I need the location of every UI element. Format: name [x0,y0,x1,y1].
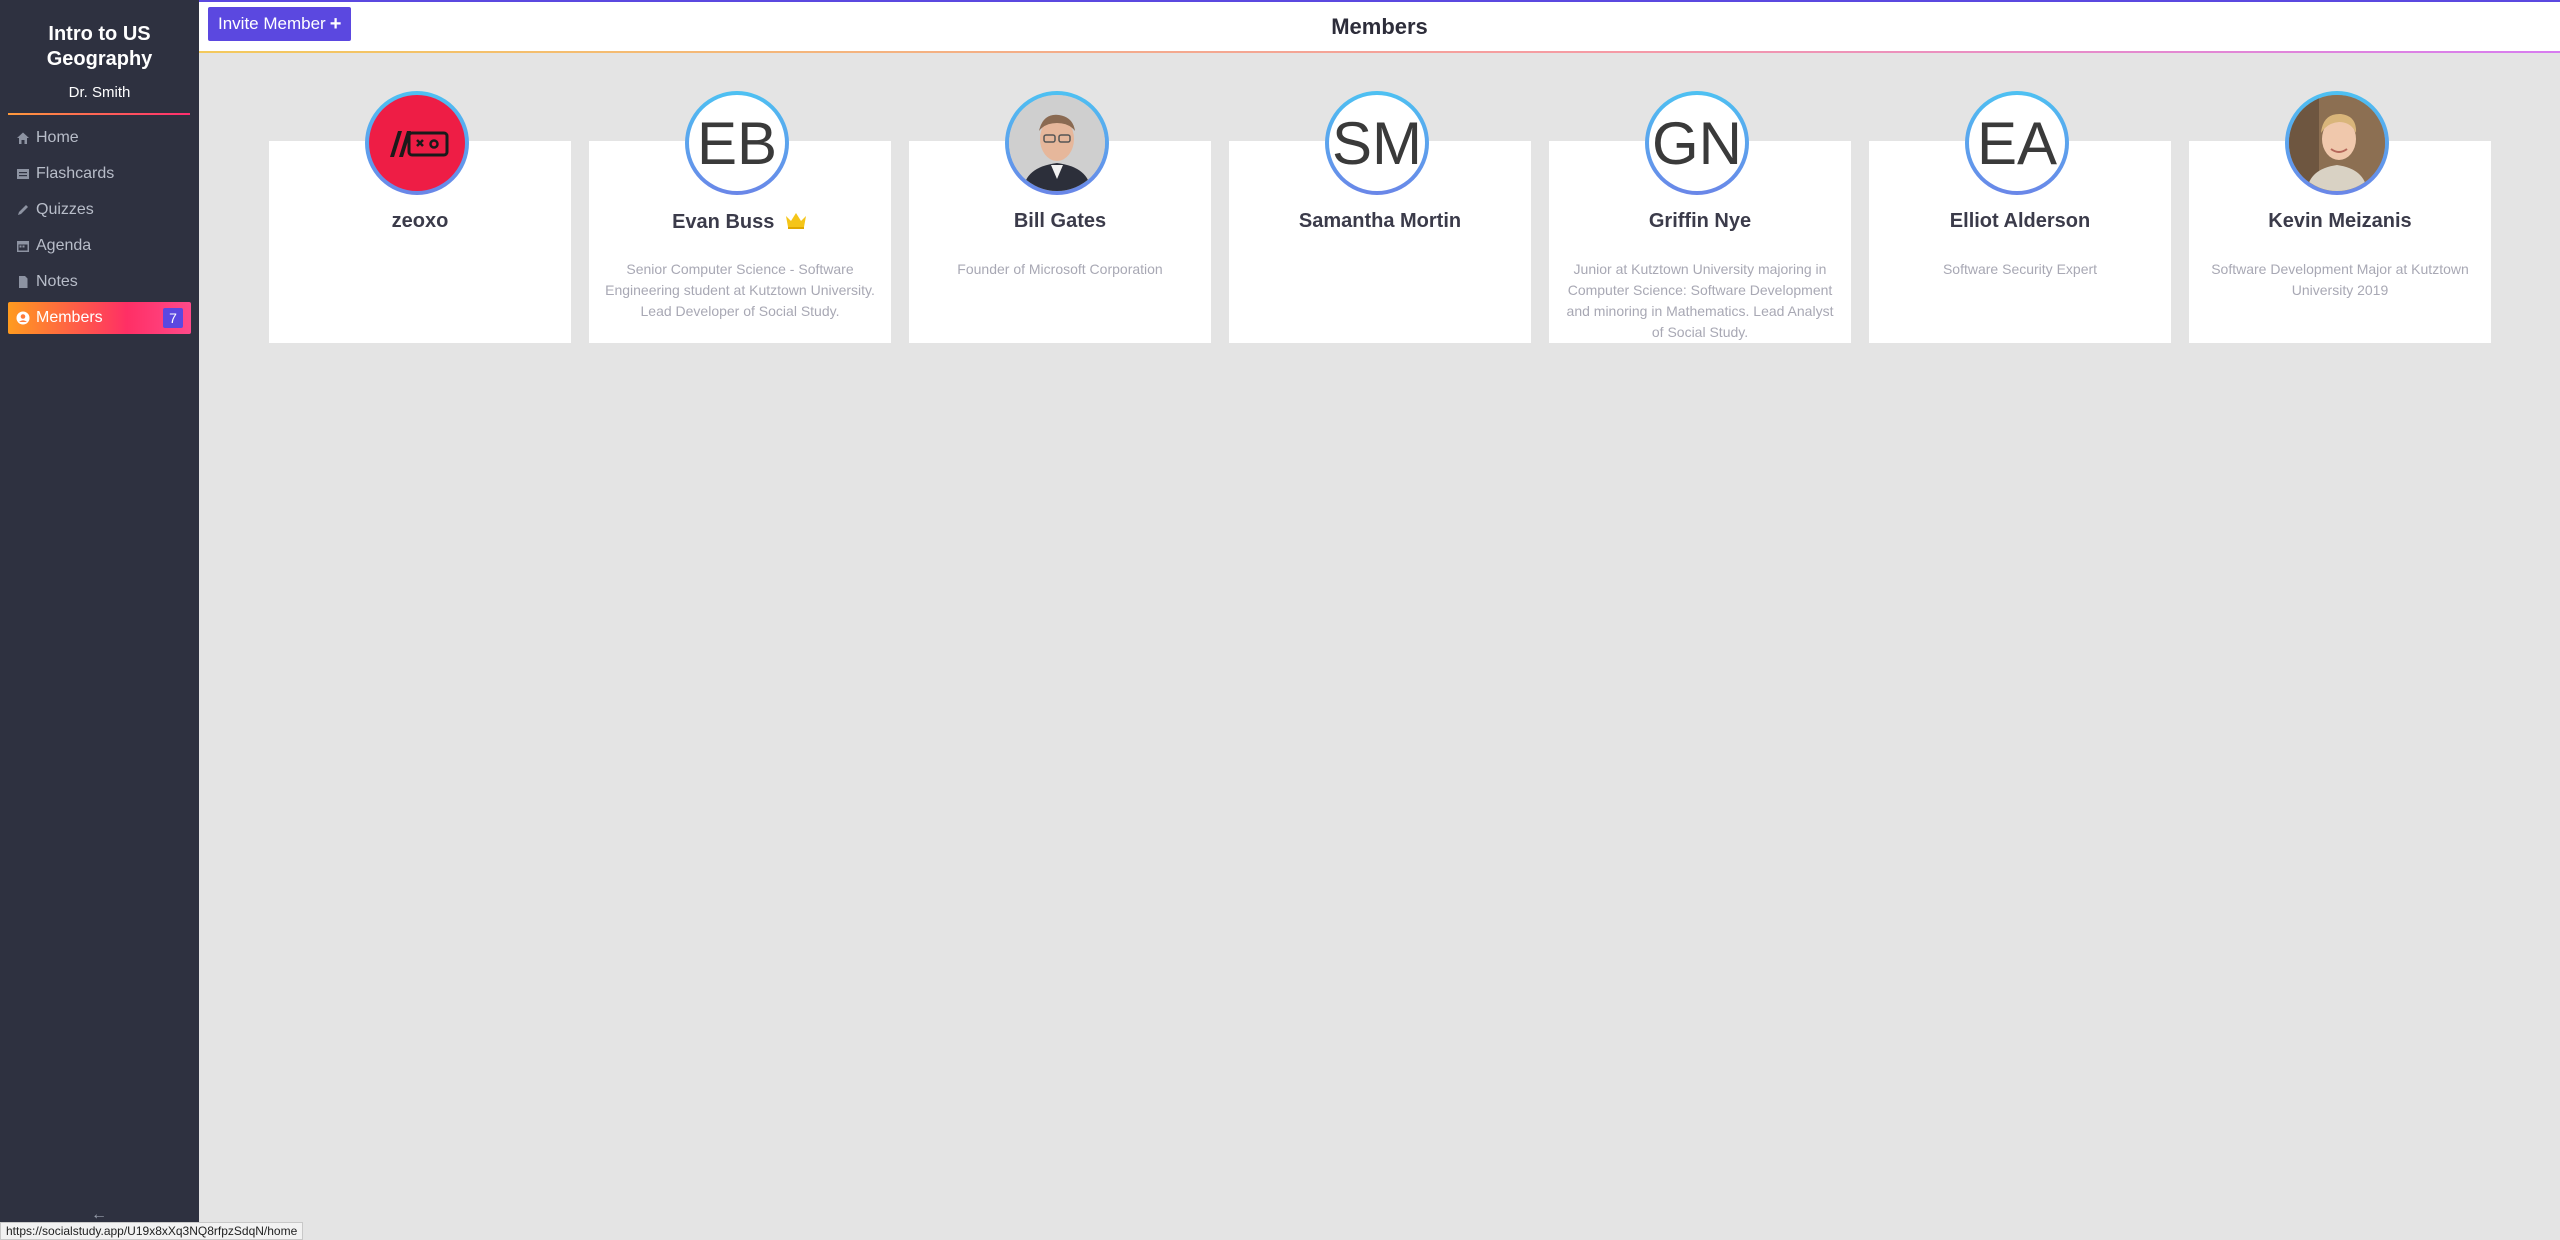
page-title: Members [1331,14,1428,39]
avatar-initials: GN [1649,95,1745,191]
sidebar: Intro to US Geography Dr. Smith Home Fla… [0,0,199,1240]
pencil-icon [18,205,28,215]
home-icon [17,132,29,144]
member-card[interactable]: zeoxo [269,91,571,343]
avatar-initials: EA [1969,95,2065,191]
sidebar-item-quizzes[interactable]: Quizzes [8,194,191,226]
sidebar-item-label: Members [36,309,103,326]
member-name: Kevin Meizanis [2268,210,2412,232]
sidebar-item-home[interactable]: Home [8,122,191,154]
header-divider [199,51,2560,53]
status-url: https://socialstudy.app/U19x8xXq3NQ8rfpz… [0,1222,304,1240]
member-name: Samantha Mortin [1298,210,1462,232]
sidebar-item-flashcards[interactable]: Flashcards [8,158,191,190]
member-bio: Junior at Kutztown University majoring i… [1566,261,1834,340]
member-name: Evan Buss [589,210,891,234]
sidebar-item-label: Home [36,129,79,146]
members-count-badge: 7 [163,308,183,328]
member-name: Griffin Nye [1648,210,1752,232]
member-card[interactable]: GN Griffin Nye Junior at Kutztown Univer… [1549,91,1851,343]
sidebar-item-notes[interactable]: Notes [8,266,191,298]
member-bio: Founder of Microsoft Corporation [957,261,1163,277]
member-card[interactable]: Kevin Meizanis Software Development Majo… [2189,91,2491,343]
member-name: zeoxo [391,210,449,232]
header: Invite Member + Members [199,0,2560,52]
member-bio: Software Security Expert [1942,261,2098,277]
gamepad-logo-icon [369,95,465,191]
member-name-text: Evan Buss [672,211,775,233]
user-circle-icon [16,311,30,325]
crown-icon [785,213,806,229]
member-name: Elliot Alderson [1949,210,2091,232]
avatar: EA [1965,91,2069,195]
member-bio: Senior Computer Science - Software Engin… [605,261,875,319]
course-title: Intro to US Geography [46,23,153,70]
avatar: EB [685,91,789,195]
sidebar-item-agenda[interactable]: Agenda [8,230,191,262]
calendar-icon [17,241,29,252]
avatar [1005,91,1109,195]
sidebar-item-members[interactable]: Members 7 [8,302,191,334]
member-card[interactable]: Bill Gates Founder of Microsoft Corporat… [909,91,1211,343]
avatar [2285,91,2389,195]
sidebar-divider [8,113,190,115]
flashcards-icon [17,169,29,179]
avatar: GN [1645,91,1749,195]
member-photo [2289,95,2385,191]
avatar-initials: EB [689,95,785,191]
avatar-initials: SM [1329,95,1425,191]
avatar [365,91,469,195]
member-photo [1009,95,1105,191]
member-bio: Software Development Major at Kutztown U… [2211,261,2469,298]
member-card[interactable]: SM Samantha Mortin [1229,91,1531,343]
avatar: SM [1325,91,1429,195]
teacher-name: Dr. Smith [68,84,131,101]
sidebar-item-label: Flashcards [36,165,115,182]
sidebar-item-label: Quizzes [36,201,94,218]
member-card[interactable]: EB Evan Buss Senior Computer Science - S… [589,91,891,343]
member-card[interactable]: EA Elliot Alderson Software Security Exp… [1869,91,2171,343]
sidebar-item-label: Notes [36,273,78,290]
notes-icon [19,276,28,288]
sidebar-item-label: Agenda [36,237,92,254]
member-name: Bill Gates [1013,210,1107,232]
